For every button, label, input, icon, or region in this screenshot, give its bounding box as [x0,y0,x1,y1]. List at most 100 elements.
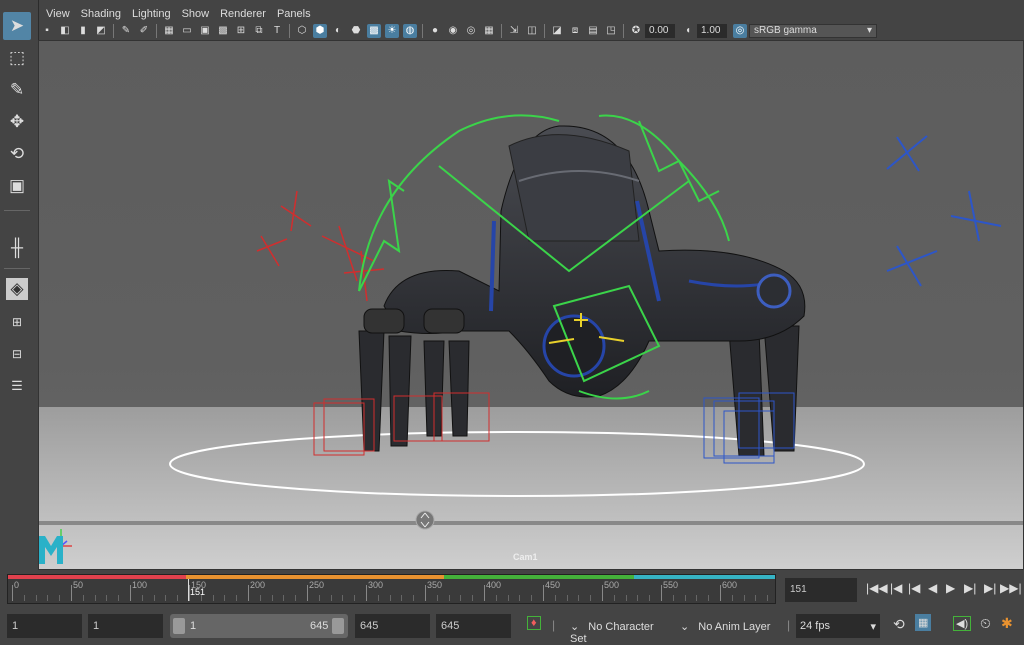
timeline-minor-tick [696,595,698,601]
select-camera-icon[interactable]: ▪ [40,24,54,38]
timeline-tick-mark [661,585,662,601]
paint-select-tool-icon[interactable]: ✎ [3,76,31,104]
step-back-key-icon[interactable]: |◀ [890,581,902,595]
snap-layout-icon[interactable]: ╫ [3,234,31,262]
menu-shading[interactable]: Shading [81,8,121,20]
step-forward-frame-icon[interactable]: ▶| [964,581,976,595]
gamma-field[interactable]: 1.00 [697,23,727,38]
view-transform-dropdown[interactable]: sRGB gamma ▾ [749,23,877,38]
character-set-dropdown[interactable]: ⌄ No Character Set [566,614,671,645]
time-slider[interactable]: 0 50 100 150 200 250 300 350 400 450 500 550 600 151… [0,570,1024,610]
timeline-tick-mark [602,585,603,601]
scene-canvas[interactable] [39,41,1024,570]
timeline-tick-label: 300 [368,580,384,590]
timeline-minor-tick [590,595,592,601]
timeline-tick-mark [425,585,426,601]
camera-name-label: Cam1 [513,552,538,562]
backface-culling-icon[interactable]: ▤ [586,24,600,38]
2d-pan-zoom-icon[interactable]: ✎ [119,24,133,38]
textured-icon[interactable]: ▩ [367,23,381,38]
playback-end-field[interactable]: 645 [355,614,430,638]
outliner-layout-icon[interactable]: ☰ [3,372,31,400]
timeline-tick-label: 0 [14,580,20,590]
rotate-tool-icon[interactable]: ⟲ [3,140,31,168]
lasso-tool-icon[interactable]: ⬚ [3,44,31,72]
cache-playback-icon[interactable]: ▦ [915,614,932,631]
timeline-minor-tick [330,595,332,601]
start-time-field[interactable]: 1 [7,614,82,638]
image-plane-icon[interactable]: ◩ [94,24,108,38]
menu-show[interactable]: Show [182,8,210,20]
loop-icon[interactable]: ⟲ [893,616,905,633]
safe-title-icon[interactable]: T [270,24,284,38]
step-back-frame-icon[interactable]: |◀ [908,581,920,595]
screen-space-ao-icon[interactable]: ● [428,24,442,38]
bookmark-icon[interactable]: ▮ [76,24,90,38]
exposure-field[interactable]: 0.00 [645,23,675,38]
3d-viewport[interactable]: Cam1 [38,40,1024,570]
smooth-wireframe-icon[interactable]: ◳ [604,24,618,38]
go-to-end-icon[interactable]: ▶▶| [1000,581,1022,595]
gamma-icon[interactable]: ◖ [681,24,695,38]
motion-blur-icon[interactable]: ◉ [446,24,460,38]
four-view-layout-icon[interactable]: ⊞ [3,308,31,336]
select-tool-icon[interactable]: ➤ [3,12,31,40]
camera-attributes-icon[interactable]: ◧ [58,24,72,38]
shadows-icon[interactable]: ◍ [403,23,417,38]
play-backward-icon[interactable]: ◀ [928,581,937,595]
current-frame-field[interactable]: 151 [785,578,857,602]
timeline-minor-tick [82,595,84,601]
scale-tool-icon[interactable]: ▣ [3,172,31,200]
grid-icon[interactable]: ▦ [162,24,176,38]
grease-pencil-icon[interactable]: ✐ [137,24,151,38]
anim-layer-dropdown[interactable]: ⌄ No Anim Layer [676,614,781,638]
xray-joints-icon[interactable]: ◪ [550,24,564,38]
playback-start-field[interactable]: 1 [88,614,163,638]
move-tool-icon[interactable]: ✥ [3,108,31,136]
xray-icon[interactable]: ◫ [525,24,539,38]
timeline-minor-tick [460,595,462,601]
default-material-icon[interactable]: ◐ [331,24,345,38]
range-slider-handle-right[interactable] [332,618,344,634]
exposure-icon[interactable]: ✪ [629,24,643,38]
end-time-field[interactable]: 645 [436,614,511,638]
range-slider[interactable]: 1 645 [170,614,348,638]
gate-mask-icon[interactable]: ▩ [216,24,230,38]
fps-separator-icon: | [787,618,791,632]
single-view-layout-icon[interactable]: ◈ [6,278,28,300]
menu-renderer[interactable]: Renderer [220,8,266,20]
go-to-start-icon[interactable]: |◀◀ [866,581,888,595]
sound-icon[interactable]: ◀) [953,616,972,631]
timeline-tick-label: 550 [663,580,679,590]
two-view-layout-icon[interactable]: ⊟ [3,340,31,368]
resolution-gate-icon[interactable]: ▣ [198,24,212,38]
film-gate-icon[interactable]: ▭ [180,24,194,38]
timeline-minor-tick [531,595,533,601]
menu-panels[interactable]: Panels [277,8,311,20]
xray-active-icon[interactable]: ⧈ [568,24,582,38]
step-forward-key-icon[interactable]: ▶| [984,581,996,595]
fps-dropdown[interactable]: 24 fps ▾ [796,614,880,638]
ik-fk-icon[interactable]: ✱ [1001,615,1013,632]
range-slider-handle-left[interactable] [173,618,185,634]
use-all-lights-icon[interactable]: ☀ [385,23,399,38]
isolate-select-icon[interactable]: ⇲ [507,24,521,38]
timeline-minor-tick [613,595,615,601]
menu-view[interactable]: View [46,8,70,20]
wireframe-icon[interactable]: ⬡ [295,24,309,38]
timeline-tick-mark [720,585,721,601]
smooth-shade-icon[interactable]: ⬢ [313,23,327,38]
menu-lighting[interactable]: Lighting [132,8,171,20]
timeline-minor-tick [708,595,710,601]
field-chart-icon[interactable]: ⊞ [234,24,248,38]
timeline-track[interactable]: 0 50 100 150 200 250 300 350 400 450 500 550 600 151 [7,574,776,604]
multisample-aa-icon[interactable]: ◎ [464,24,478,38]
animation-preferences-icon[interactable]: ⏲ [980,615,991,632]
depth-of-field-icon[interactable]: ▦ [482,24,496,38]
auto-key-icon[interactable]: ♦ [527,616,541,630]
wireframe-on-shaded-icon[interactable]: ⬣ [349,24,363,38]
color-management-icon[interactable]: ◎ [733,23,747,38]
play-forward-icon[interactable]: ▶ [946,581,955,595]
safe-action-icon[interactable]: ⧉ [252,24,266,38]
timeline-minor-tick [106,595,108,601]
